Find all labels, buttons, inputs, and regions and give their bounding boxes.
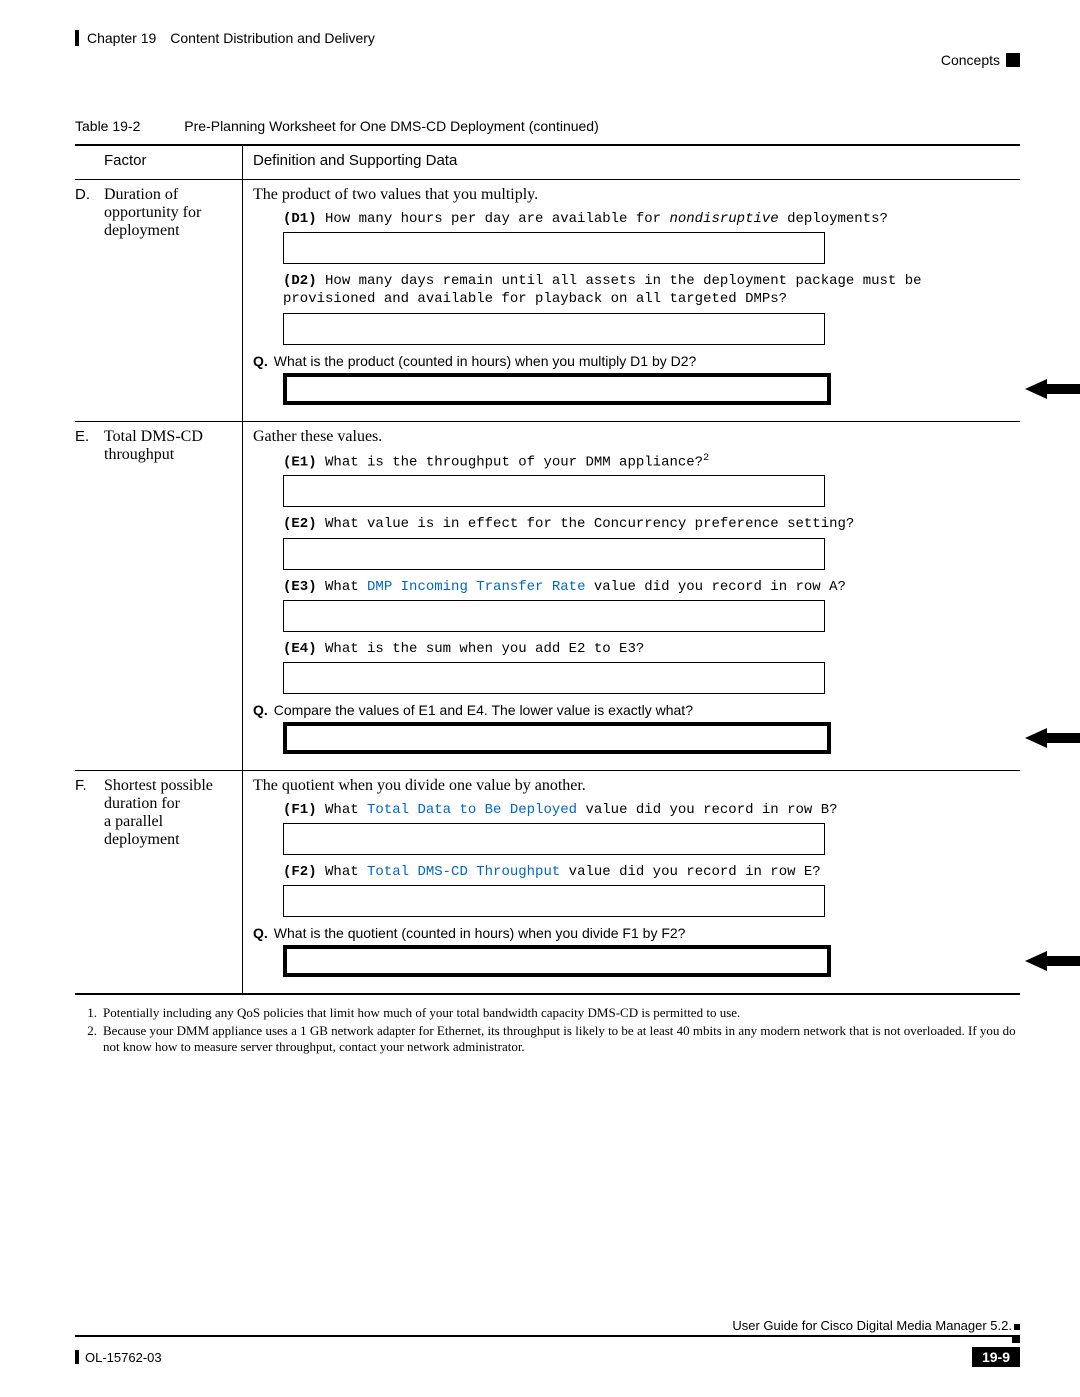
- concepts-box-icon: [1006, 53, 1020, 67]
- e-q-row: Q. Compare the values of E1 and E4. The …: [253, 702, 1020, 718]
- e-blocks: (E1) What is the throughput of your DMM …: [283, 452, 1020, 694]
- d2-prompt: (D2) How many days remain until all asse…: [283, 272, 1020, 308]
- f-q-text: What is the quotient (counted in hours) …: [274, 925, 686, 941]
- row-e-letter: E.: [75, 422, 104, 770]
- dmp-rate-link[interactable]: DMP Incoming Transfer Rate: [367, 579, 585, 595]
- table-caption-text: Pre-Planning Worksheet for One DMS-CD De…: [184, 118, 598, 134]
- footer-doc-id: OL-15762-03: [75, 1350, 162, 1365]
- d-answer-input[interactable]: [283, 373, 831, 405]
- f2-prompt: (F2) What Total DMS-CD Throughput value …: [283, 863, 1020, 881]
- row-e-intro: Gather these values.: [253, 428, 1020, 446]
- header-row: Chapter 19 Content Distribution and Deli…: [75, 30, 1020, 46]
- d-q-text: What is the product (counted in hours) w…: [274, 353, 697, 369]
- header-bar-icon: [75, 30, 79, 46]
- f-blocks: (F1) What Total Data to Be Deployed valu…: [283, 801, 1020, 917]
- row-e: E. Total DMS-CD throughput Gather these …: [75, 422, 1020, 771]
- concepts-label: Concepts: [941, 52, 1000, 68]
- footnotes: 1. Potentially including any QoS policie…: [75, 1005, 1020, 1055]
- e4-input[interactable]: [283, 662, 825, 694]
- footer-bar-icon: [75, 1350, 79, 1364]
- e-q-text: Compare the values of E1 and E4. The low…: [274, 702, 693, 718]
- e1-input[interactable]: [283, 475, 825, 507]
- row-d: D. Duration of opportunity for deploymen…: [75, 180, 1020, 422]
- footer-end-box-icon: [1012, 1335, 1020, 1343]
- f1-prompt: (F1) What Total Data to Be Deployed valu…: [283, 801, 1020, 819]
- f-answer-input[interactable]: [283, 945, 831, 977]
- table-caption: Table 19-2 Pre-Planning Worksheet for On…: [75, 118, 1020, 134]
- footer-rule: [75, 1335, 1020, 1345]
- q-label: Q.: [253, 925, 268, 941]
- f1-input[interactable]: [283, 823, 825, 855]
- row-d-intro: The product of two values that you multi…: [253, 186, 1020, 204]
- row-d-def: The product of two values that you multi…: [243, 180, 1020, 421]
- row-d-letter: D.: [75, 180, 104, 421]
- e2-input[interactable]: [283, 538, 825, 570]
- page: Chapter 19 Content Distribution and Deli…: [0, 0, 1080, 1397]
- d1-block: (D1) How many hours per day are availabl…: [283, 210, 1020, 345]
- row-f-intro: The quotient when you divide one value b…: [253, 777, 1020, 795]
- f2-input[interactable]: [283, 885, 825, 917]
- chapter-number: Chapter 19: [87, 30, 156, 46]
- row-f-factor: Shortest possible duration for a paralle…: [104, 771, 243, 993]
- footer-bottom: OL-15762-03 19-9: [75, 1347, 1020, 1367]
- e3-input[interactable]: [283, 600, 825, 632]
- row-e-def: Gather these values. (E1) What is the th…: [243, 422, 1020, 770]
- footer-dot-icon: [1014, 1324, 1020, 1330]
- arrow-icon: [1025, 379, 1080, 399]
- d1-input[interactable]: [283, 232, 825, 264]
- row-f-letter: F.: [75, 771, 104, 993]
- footnote-2: 2. Because your DMM appliance uses a 1 G…: [75, 1023, 1020, 1055]
- q-label: Q.: [253, 702, 268, 718]
- e3-prompt: (E3) What DMP Incoming Transfer Rate val…: [283, 578, 1020, 596]
- row-e-factor: Total DMS-CD throughput: [104, 422, 243, 770]
- chapter-title: Content Distribution and Delivery: [170, 30, 375, 46]
- total-data-link[interactable]: Total Data to Be Deployed: [367, 802, 577, 818]
- footer-guide-title: User Guide for Cisco Digital Media Manag…: [75, 1318, 1020, 1333]
- table-number: Table 19-2: [75, 118, 140, 134]
- e1-prompt: (E1) What is the throughput of your DMM …: [283, 452, 1020, 472]
- d-answer-wrap: [283, 373, 1020, 405]
- arrow-icon: [1025, 728, 1080, 748]
- footnote-1: 1. Potentially including any QoS policie…: [75, 1005, 1020, 1021]
- arrow-icon: [1025, 951, 1080, 971]
- e-answer-wrap: [283, 722, 1020, 754]
- d1-prompt: (D1) How many hours per day are availabl…: [283, 210, 1020, 228]
- row-f-def: The quotient when you divide one value b…: [243, 771, 1020, 993]
- page-number: 19-9: [972, 1347, 1020, 1367]
- f-answer-wrap: [283, 945, 1020, 977]
- e-answer-input[interactable]: [283, 722, 831, 754]
- d-q-row: Q. What is the product (counted in hours…: [253, 353, 1020, 369]
- e4-prompt: (E4) What is the sum when you add E2 to …: [283, 640, 1020, 658]
- footer: User Guide for Cisco Digital Media Manag…: [75, 1318, 1020, 1367]
- col-header-def: Definition and Supporting Data: [243, 146, 1020, 179]
- d2-input[interactable]: [283, 313, 825, 345]
- e2-prompt: (E2) What value is in effect for the Con…: [283, 515, 1020, 533]
- col-header-factor: Factor: [104, 146, 243, 179]
- concepts-row: Concepts: [75, 52, 1020, 68]
- q-label: Q.: [253, 353, 268, 369]
- row-d-factor: Duration of opportunity for deployment: [104, 180, 243, 421]
- f-q-row: Q. What is the quotient (counted in hour…: [253, 925, 1020, 941]
- row-f: F. Shortest possible duration for a para…: [75, 771, 1020, 995]
- total-throughput-link[interactable]: Total DMS-CD Throughput: [367, 864, 560, 880]
- table-header-row: Factor Definition and Supporting Data: [75, 146, 1020, 180]
